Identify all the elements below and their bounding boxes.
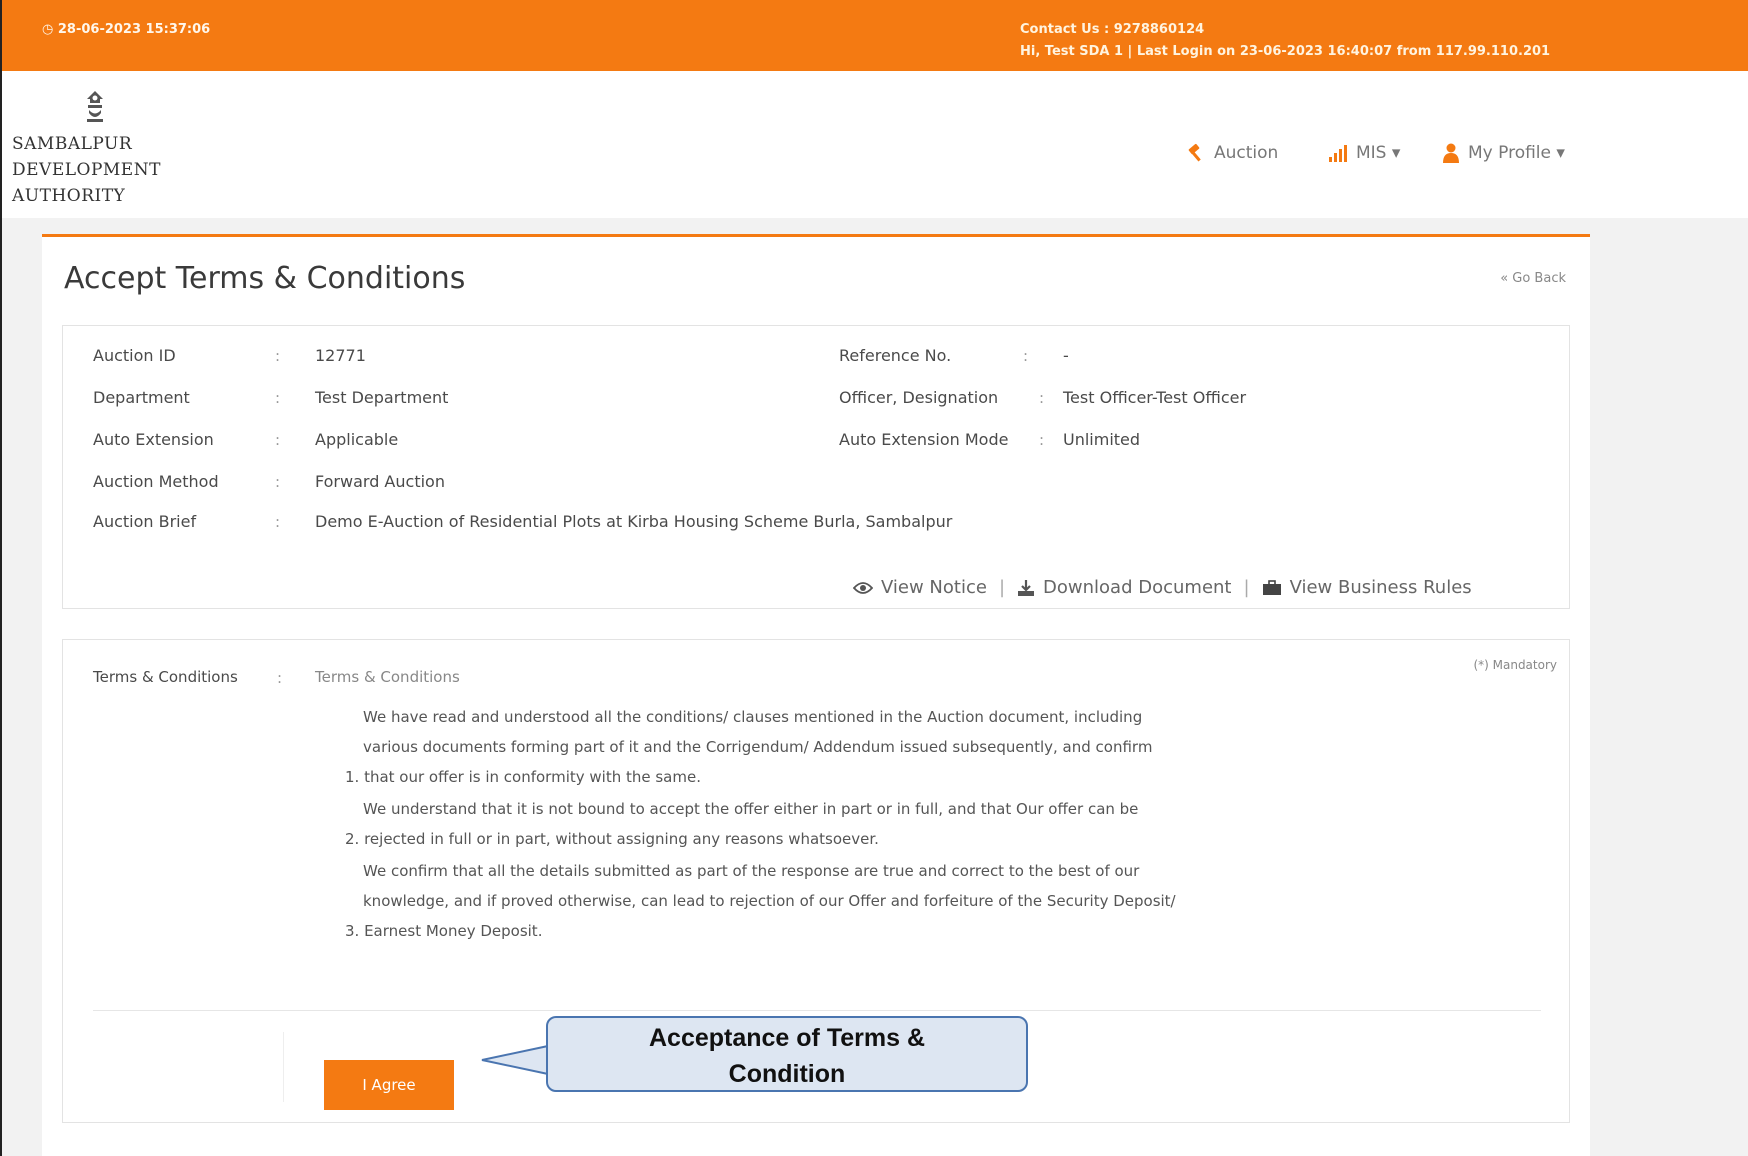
nav-my-profile[interactable]: My Profile ▾ [1442, 143, 1565, 163]
auction-brief-label: Auction Brief [93, 512, 197, 531]
terms-clause-2-line2: 2. rejected in full or in part, without … [345, 830, 879, 848]
auction-method-label: Auction Method [93, 472, 219, 491]
auto-extension-mode-value: Unlimited [1063, 430, 1141, 449]
colon: : [277, 669, 283, 687]
officer-label: Officer, Designation [839, 388, 999, 407]
auction-details-card: Auction ID : 12771 Reference No. : - Dep… [62, 325, 1570, 609]
colon: : [1023, 347, 1029, 365]
colon: : [275, 513, 281, 531]
reference-label: Reference No. [839, 346, 952, 365]
org-name: SAMBALPUR DEVELOPMENT AUTHORITY [12, 131, 161, 209]
terms-label: Terms & Conditions [93, 668, 238, 686]
callout-pointer [481, 1045, 549, 1075]
auto-extension-label: Auto Extension [93, 430, 214, 449]
go-back-link[interactable]: « Go Back [1500, 271, 1566, 286]
user-icon [1443, 143, 1459, 163]
terms-clause-3-line2: knowledge, and if proved otherwise, can … [363, 892, 1176, 910]
briefcase-icon [1262, 579, 1281, 595]
view-business-rules-link[interactable]: View Business Rules [1290, 577, 1472, 598]
auction-id-value: 12771 [315, 346, 366, 365]
terms-clause-3-line1: We confirm that all the details submitte… [363, 862, 1140, 880]
auction-method-value: Forward Auction [315, 472, 445, 491]
callout-line1: Acceptance of Terms & [648, 1024, 925, 1052]
department-value: Test Department [315, 388, 449, 407]
colon: : [1039, 431, 1045, 449]
signal-bars-icon [1329, 145, 1347, 162]
terms-heading: Terms & Conditions [315, 668, 460, 686]
download-icon [1018, 579, 1035, 596]
gavel-icon [1188, 143, 1201, 162]
terms-clause-1-line2: various documents forming part of it and… [363, 738, 1153, 756]
download-document-link[interactable]: Download Document [1043, 577, 1231, 598]
terms-clause-2-line1: We understand that it is not bound to ac… [363, 800, 1139, 818]
link-separator: | [1243, 577, 1250, 598]
officer-value: Test Officer-Test Officer [1063, 388, 1247, 407]
org-name-line2: DEVELOPMENT [12, 160, 161, 180]
callout-line2: Condition [728, 1060, 846, 1088]
reference-value: - [1063, 346, 1069, 365]
user-greeting: Hi, Test SDA 1 | Last Login on 23-06-202… [1020, 44, 1551, 59]
nav-mis-label: MIS ▾ [1356, 143, 1401, 163]
terms-clause-1-line3: 1. that our offer is in conformity with … [345, 768, 701, 786]
nav-my-profile-label: My Profile ▾ [1468, 143, 1565, 163]
org-name-line3: AUTHORITY [12, 186, 126, 206]
auto-extension-value: Applicable [315, 430, 399, 449]
annotation-callout: Acceptance of Terms & Condition [546, 1016, 1028, 1092]
nav-auction-label: Auction [1214, 143, 1279, 163]
eye-icon [853, 581, 873, 594]
terms-clause-3-line3: 3. Earnest Money Deposit. [345, 922, 543, 940]
divider-vertical [283, 1032, 284, 1102]
emblem-icon [87, 91, 103, 122]
page-title: Accept Terms & Conditions [64, 261, 466, 296]
colon: : [275, 347, 281, 365]
nav-auction[interactable]: Auction [1186, 143, 1278, 163]
nav-mis[interactable]: MIS ▾ [1328, 143, 1400, 163]
colon: : [1039, 389, 1045, 407]
view-notice-link[interactable]: View Notice [881, 577, 987, 598]
auction-id-label: Auction ID [93, 346, 176, 365]
divider [93, 1010, 1541, 1011]
colon: : [275, 473, 281, 491]
top-bar: ◷ 28-06-2023 15:37:06 Contact Us : 92788… [0, 0, 1748, 71]
link-separator: | [998, 577, 1006, 598]
contact-info: Contact Us : 9278860124 [1020, 22, 1205, 37]
site-header: SAMBALPUR DEVELOPMENT AUTHORITY Auction … [0, 71, 1748, 218]
org-name-line1: SAMBALPUR [12, 134, 133, 154]
current-datetime: ◷ 28-06-2023 15:37:06 [42, 22, 211, 37]
screenshot-frame-left [0, 0, 2, 1156]
document-links: View Notice | Download Document | View B… [853, 577, 1472, 598]
auto-extension-mode-label: Auto Extension Mode [839, 430, 1009, 449]
colon: : [275, 389, 281, 407]
department-label: Department [93, 388, 190, 407]
terms-clause-1-line1: We have read and understood all the cond… [363, 708, 1143, 726]
colon: : [275, 431, 281, 449]
mandatory-note: (*) Mandatory [1473, 658, 1557, 672]
i-agree-button[interactable]: I Agree [324, 1060, 454, 1110]
auction-brief-value: Demo E-Auction of Residential Plots at K… [315, 512, 953, 531]
